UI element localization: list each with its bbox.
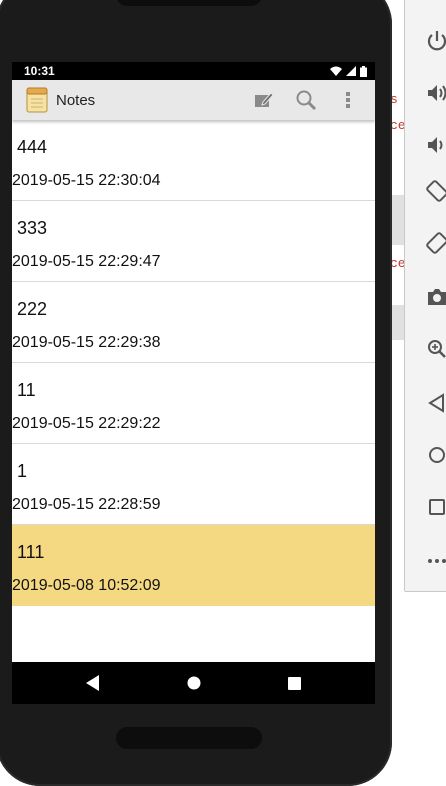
overflow-menu-icon (346, 92, 350, 108)
navigation-bar (12, 662, 375, 704)
back-icon[interactable] (85, 675, 100, 691)
overview-icon (429, 499, 445, 515)
note-date: 2019-05-15 22:29:22 (12, 415, 161, 432)
emulator-back-button[interactable] (425, 391, 446, 415)
zoom-icon (428, 340, 446, 358)
screenshot-button[interactable] (425, 285, 446, 309)
overflow-menu-button[interactable] (333, 85, 363, 115)
app-bar: Notes (12, 80, 375, 120)
note-title: 333 (17, 218, 48, 238)
emulator-home-button[interactable] (425, 443, 446, 467)
status-time: 10:31 (24, 64, 55, 78)
emulator-toolbar (404, 0, 446, 592)
camera-icon (428, 289, 446, 305)
background-scroll-segment (390, 305, 404, 340)
battery-icon (360, 65, 367, 77)
top-speaker (116, 0, 262, 6)
more-icon (428, 559, 446, 563)
note-title: 11 (17, 380, 36, 400)
note-title: 111 (17, 542, 45, 562)
volume-down-button[interactable] (425, 133, 446, 157)
note-title: 1 (17, 461, 28, 481)
notes-list[interactable]: 444 2019-05-15 22:30:04 333 2019-05-15 2… (12, 120, 375, 606)
note-date: 2019-05-15 22:30:04 (12, 172, 161, 189)
new-note-button[interactable] (249, 85, 279, 115)
more-button[interactable] (425, 547, 446, 571)
home-icon (429, 447, 445, 463)
emulator-overview-button[interactable] (425, 495, 446, 519)
note-date: 2019-05-15 22:28:59 (12, 496, 161, 513)
rotate-right-button[interactable] (425, 231, 446, 255)
note-title: 222 (17, 299, 48, 319)
device-screen: 10:31 Notes 444 2019-05-15 22:30:04 333 … (12, 62, 375, 704)
home-icon[interactable] (187, 676, 201, 690)
volume-up-button[interactable] (425, 81, 446, 105)
note-list-item-selected[interactable]: 111 2019-05-08 10:52:09 (12, 525, 375, 606)
status-bar: 10:31 (12, 62, 375, 80)
note-list-item[interactable]: 333 2019-05-15 22:29:47 (12, 201, 375, 282)
rotate-left-icon (426, 180, 446, 202)
search-icon (296, 90, 317, 111)
volume-up-icon (428, 85, 446, 101)
status-icons (330, 65, 367, 77)
app-title: Notes (56, 91, 96, 109)
note-list-item[interactable]: 222 2019-05-15 22:29:38 (12, 282, 375, 363)
signal-icon (346, 66, 356, 76)
wifi-icon (330, 66, 342, 76)
search-button[interactable] (291, 85, 321, 115)
volume-down-icon (428, 137, 443, 153)
background-scroll-segment (390, 195, 404, 245)
notepad-app-icon (26, 87, 48, 113)
note-list-item[interactable]: 11 2019-05-15 22:29:22 (12, 363, 375, 444)
note-list-item[interactable]: 1 2019-05-15 22:28:59 (12, 444, 375, 525)
back-icon (428, 393, 444, 413)
recents-icon[interactable] (288, 676, 302, 690)
note-title: 444 (17, 137, 48, 157)
zoom-button[interactable] (425, 337, 446, 361)
new-note-icon (255, 92, 274, 107)
power-icon (427, 31, 446, 51)
note-date: 2019-05-15 22:29:38 (12, 334, 161, 351)
rotate-left-button[interactable] (425, 179, 446, 203)
power-button[interactable] (425, 29, 446, 53)
bottom-speaker (116, 727, 262, 749)
note-date: 2019-05-08 10:52:09 (12, 577, 161, 594)
note-list-item[interactable]: 444 2019-05-15 22:30:04 (12, 120, 375, 201)
rotate-right-icon (426, 232, 446, 254)
note-date: 2019-05-15 22:29:47 (12, 253, 161, 270)
